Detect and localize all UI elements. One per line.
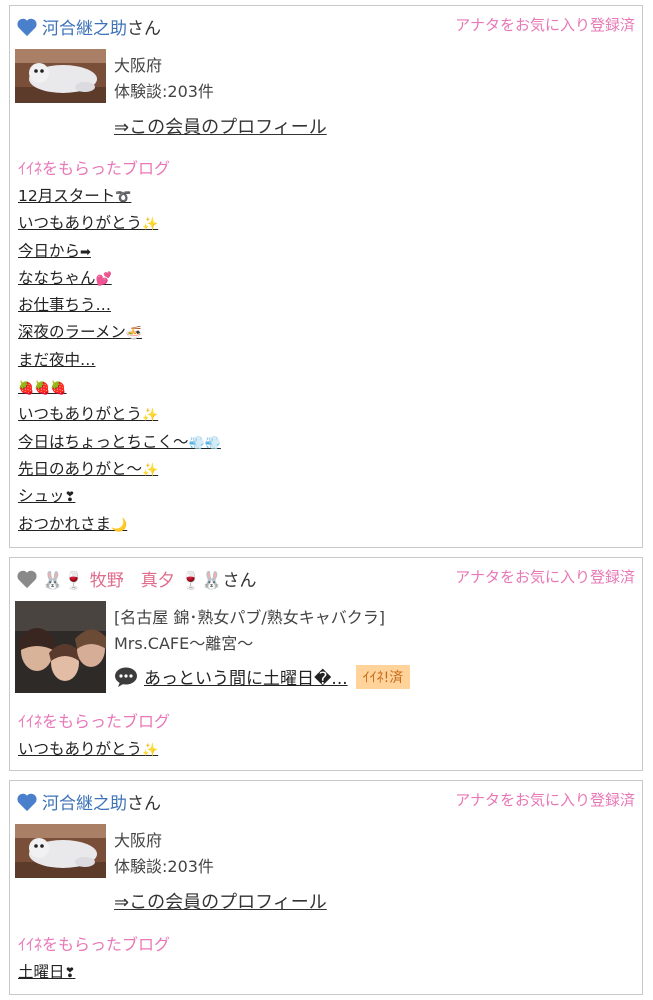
blog-item[interactable]: 12月スタート➰: [18, 183, 221, 210]
member-card: 🐰🍷 牧野 真夕 🍷🐰 さん アナタをお気に入り登録済 [名古屋 錦･熟女パブ/熟…: [9, 557, 643, 771]
heart-icon[interactable]: [16, 17, 38, 37]
shop-category: [名古屋 錦･熟女パブ/熟女キャバクラ]: [114, 608, 385, 627]
member-location: 大阪府: [114, 831, 163, 850]
profile-link[interactable]: ⇒この会員のプロフィール: [114, 888, 327, 914]
card-header: 河合継之助 さん: [16, 14, 161, 39]
exclamation-heart-icon: ❣: [64, 490, 76, 506]
blog-list: 12月スタート➰ いつもありがとう✨ 今日から➡ ななちゃん💕 お仕事ちう… 深…: [18, 183, 221, 538]
heart-icon[interactable]: [16, 569, 38, 589]
ramen-icon: 🍜: [125, 326, 143, 342]
sparkles-icon: ✨: [142, 217, 159, 233]
strawberry-icon: 🍓🍓🍓: [18, 381, 67, 397]
card-header: 河合継之助 さん: [16, 789, 161, 814]
member-name[interactable]: 河合継之助: [42, 14, 127, 39]
member-card: 河合継之助 さん アナタをお気に入り登録済 大阪府 体験談:203件 ⇒この会員の…: [9, 780, 643, 995]
blog-item[interactable]: 深夜のラーメン🍜: [18, 319, 221, 346]
favorite-status: アナタをお気に入り登録済: [455, 568, 635, 586]
favorite-status: アナタをお気に入り登録済: [455, 16, 635, 34]
blog-item[interactable]: 今日から➡: [18, 238, 221, 265]
sparkles-icon: ✨: [142, 743, 159, 758]
member-name[interactable]: 🐰🍷 牧野 真夕 🍷🐰: [42, 566, 222, 591]
member-avatar[interactable]: [15, 601, 106, 693]
member-location: 大阪府: [114, 56, 163, 75]
liked-blogs-title: ｲｲﾈをもらったブログ: [18, 935, 171, 954]
blog-item[interactable]: 土曜日❣: [18, 959, 75, 986]
sparkles-icon: ✨: [142, 408, 159, 424]
blog-list: 土曜日❣: [18, 959, 75, 986]
sparkles-icon: ✨: [142, 462, 159, 478]
blog-item[interactable]: 先日のありがと～✨: [18, 456, 221, 483]
loop-icon: ➰: [115, 190, 132, 205]
speech-bubble-icon: [115, 667, 137, 687]
member-avatar[interactable]: [15, 49, 106, 103]
honorific: さん: [222, 571, 257, 591]
honorific: さん: [127, 794, 161, 814]
comment-link[interactable]: あっという間に土曜日�...: [144, 664, 348, 689]
blog-item[interactable]: まだ夜中…: [18, 347, 221, 374]
profile-link[interactable]: ⇒この会員のプロフィール: [114, 113, 327, 139]
blog-item[interactable]: お仕事ちう…: [18, 292, 221, 319]
heart-icon[interactable]: [16, 792, 38, 812]
dash-icon: 💨💨: [188, 435, 221, 451]
blog-item[interactable]: いつもありがとう✨: [18, 210, 221, 237]
like-done-badge: ｲｲﾈ!済: [355, 664, 411, 689]
blog-item[interactable]: 今日はちょっとちこく～💨💨: [18, 429, 221, 456]
blog-item[interactable]: 🍓🍓🍓: [18, 374, 221, 401]
liked-blogs-title: ｲｲﾈをもらったブログ: [18, 159, 171, 178]
blog-list: いつもありがとう✨: [18, 736, 158, 763]
honorific: さん: [127, 19, 161, 39]
member-name[interactable]: 河合継之助: [42, 789, 127, 814]
hearts-icon: 💕: [95, 271, 112, 287]
card-header: 🐰🍷 牧野 真夕 🍷🐰 さん: [16, 566, 256, 591]
blog-item[interactable]: いつもありがとう✨: [18, 401, 221, 428]
moon-icon: 🌙: [111, 517, 128, 533]
favorite-status: アナタをお気に入り登録済: [455, 791, 635, 809]
blog-item[interactable]: ななちゃん💕: [18, 265, 221, 292]
member-card: 河合継之助 さん アナタをお気に入り登録済 大阪府 体験談:203件 ⇒この会員の…: [9, 5, 643, 548]
experience-count: 体験談:203件: [114, 82, 214, 101]
experience-count: 体験談:203件: [114, 857, 214, 876]
exclamation-heart-icon: ❣: [64, 966, 76, 981]
comment-row: あっという間に土曜日�... ｲｲﾈ!済: [114, 664, 411, 689]
blog-item[interactable]: おつかれさま🌙: [18, 511, 221, 538]
blog-item[interactable]: シュッ❣: [18, 483, 221, 510]
member-avatar[interactable]: [15, 824, 106, 878]
arrow-right-icon: ➡: [80, 244, 91, 260]
liked-blogs-title: ｲｲﾈをもらったブログ: [18, 712, 171, 731]
shop-name[interactable]: Mrs.CAFE〜離宮〜: [114, 630, 253, 654]
blog-item[interactable]: いつもありがとう✨: [18, 736, 158, 763]
